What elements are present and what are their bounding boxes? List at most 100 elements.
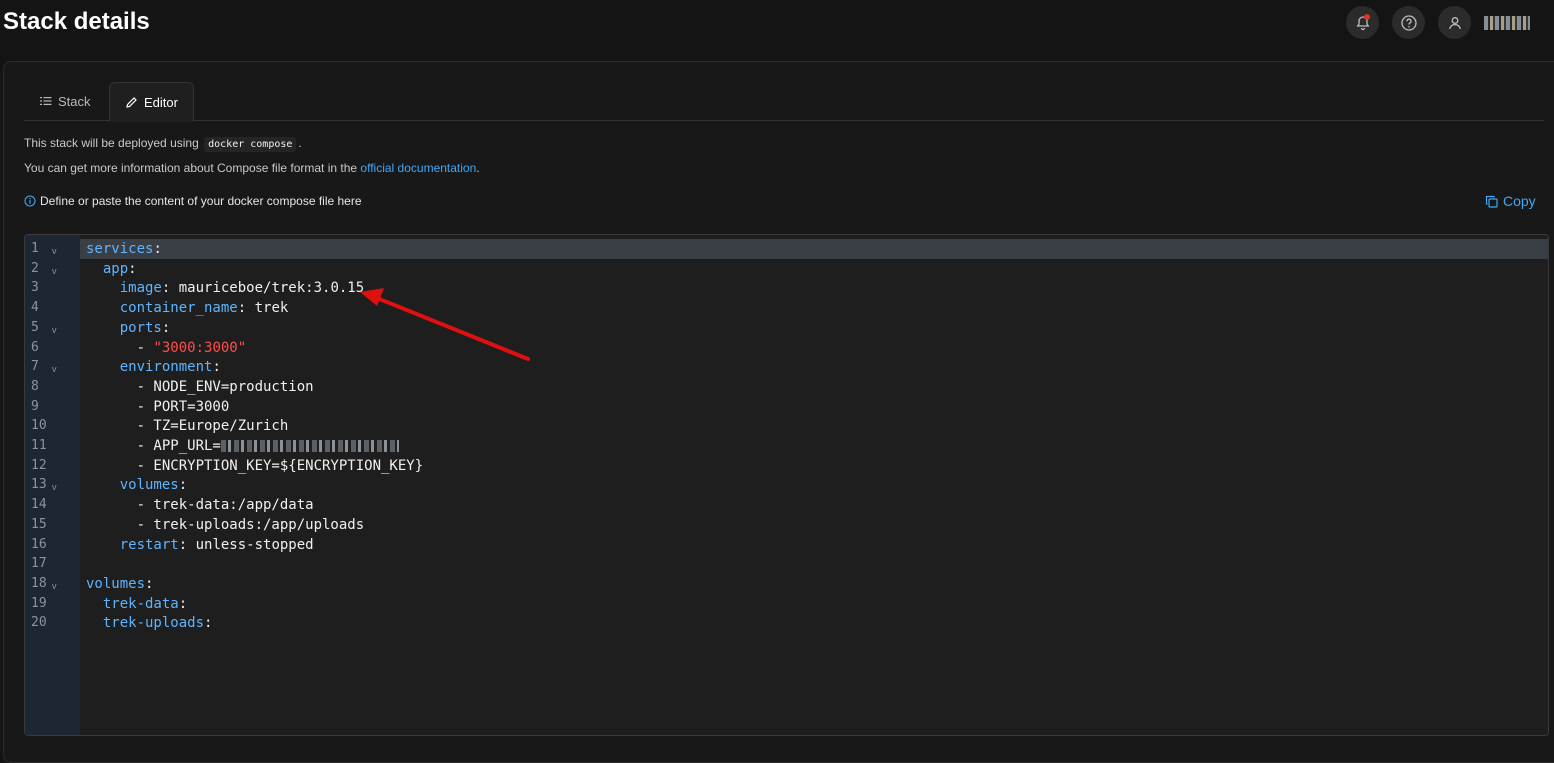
code-line: restart: unless-stopped (86, 535, 314, 555)
line-number: 17 (31, 556, 47, 572)
code-line: image: mauriceboe/trek:3.0.15 (86, 278, 364, 298)
line-number: 2 (31, 260, 39, 276)
line-number: 3 (31, 280, 39, 296)
code-line: services: (86, 239, 162, 259)
yaml-key: trek-uploads (102, 615, 205, 632)
yaml-text: : (212, 359, 221, 376)
line-number: 10 (31, 418, 47, 434)
copy-button[interactable]: Copy (1485, 193, 1536, 209)
line-number: 5 (31, 319, 39, 335)
page-title: Stack details (3, 8, 150, 35)
top-actions (1346, 6, 1530, 39)
official-documentation-link[interactable]: official documentation (360, 161, 476, 175)
user-menu-button[interactable] (1438, 6, 1471, 39)
line-number-gutter: 1 v 2 v 3 4 5 v 6 7 v 8 9 10 11 12 13 v 14 15 16 17 18 v 19 20 (25, 235, 80, 735)
yaml-key: app (102, 260, 129, 277)
yaml-text: - trek-uploads:/app/uploads (86, 516, 365, 533)
yaml-text: - NODE_ENV=production (86, 378, 314, 395)
fold-chevron-icon[interactable]: v (52, 320, 57, 340)
fold-chevron-icon[interactable]: v (52, 261, 57, 281)
yaml-text (86, 477, 120, 493)
yaml-text: - trek-data:/app/data (86, 497, 314, 514)
user-icon (1448, 16, 1461, 29)
code-line: ports: (86, 318, 171, 338)
yaml-key: environment (119, 359, 213, 376)
docs-info: You can get more information about Compo… (24, 161, 480, 175)
yaml-text: : (161, 319, 171, 336)
code-line: volumes: (86, 475, 187, 495)
code-line: - trek-data:/app/data (86, 495, 314, 515)
yaml-text (86, 359, 120, 375)
code-line: - PORT=3000 (86, 397, 230, 417)
yaml-text: - PORT=3000 (86, 398, 230, 415)
line-number: 7 (31, 359, 39, 375)
tab-editor-label: Editor (144, 94, 178, 110)
user-name-redacted[interactable] (1484, 15, 1530, 30)
yaml-text (86, 537, 120, 553)
docs-info-period: . (476, 161, 480, 175)
line-number: 9 (31, 398, 39, 414)
code-line: - APP_URL= (86, 436, 399, 456)
yaml-text (86, 615, 103, 631)
deploy-info: This stack will be deployed using docker… (24, 136, 302, 152)
pencil-icon (126, 96, 137, 108)
copy-button-label: Copy (1503, 193, 1536, 209)
code-line: - ENCRYPTION_KEY=${ENCRYPTION_KEY} (86, 456, 424, 476)
tab-editor[interactable]: Editor (109, 82, 194, 122)
yaml-text: : (153, 241, 162, 257)
fold-chevron-icon[interactable]: v (52, 359, 57, 379)
yaml-key: restart (119, 536, 179, 553)
line-number: 16 (31, 536, 47, 552)
code-line: environment: (86, 357, 221, 377)
line-number: 13 (31, 477, 47, 493)
line-number: 19 (31, 595, 47, 611)
yaml-key: ports (119, 319, 162, 336)
yaml-text (86, 280, 120, 296)
line-number: 15 (31, 516, 47, 532)
list-icon (40, 97, 52, 105)
code-line: volumes: (86, 574, 153, 594)
docs-info-text: You can get more information about Compo… (24, 161, 358, 175)
fold-chevron-icon[interactable]: v (52, 477, 57, 497)
yaml-key: services (86, 241, 154, 257)
code-line: - trek-uploads:/app/uploads (86, 515, 365, 535)
yaml-text: : (178, 595, 188, 612)
line-number: 8 (31, 378, 39, 394)
tab-stack[interactable]: Stack (40, 82, 91, 120)
yaml-key: container_name (119, 300, 238, 317)
deploy-info-period: . (298, 136, 302, 150)
tab-bar: Stack Editor (24, 82, 1544, 122)
code-area[interactable]: services: app: image: mauriceboe/trek:3.… (80, 235, 1548, 735)
yaml-text: : (204, 615, 213, 632)
yaml-text (86, 596, 103, 612)
redacted-url (220, 440, 399, 452)
fold-chevron-icon[interactable]: v (52, 576, 57, 596)
yaml-key: image (119, 280, 162, 297)
yaml-text: - ENCRYPTION_KEY=${ENCRYPTION_KEY} (86, 457, 424, 474)
code-editor[interactable]: 1 v 2 v 3 4 5 v 6 7 v 8 9 10 11 12 13 v 14 15 16 17 18 v 19 20 se… (24, 234, 1549, 736)
yaml-key: volumes (119, 477, 179, 494)
yaml-text (86, 300, 120, 316)
yaml-text: - TZ=Europe/Zurich (86, 418, 289, 435)
docker-compose-code: docker compose (204, 137, 297, 152)
code-line: - "3000:3000" (86, 338, 247, 358)
notifications-button[interactable] (1346, 6, 1379, 39)
line-number: 6 (31, 339, 39, 355)
yaml-text: : trek (237, 300, 289, 317)
code-line: container_name: trek (86, 298, 289, 318)
yaml-key: volumes (86, 575, 146, 592)
yaml-text: : unless-stopped (178, 536, 314, 553)
yaml-text (86, 320, 120, 336)
help-button[interactable] (1392, 6, 1425, 39)
fold-chevron-icon[interactable]: v (52, 241, 57, 261)
yaml-text: : (145, 575, 154, 592)
deploy-info-text: This stack will be deployed using (24, 136, 199, 150)
yaml-text: : (128, 260, 137, 277)
code-line: trek-uploads: (86, 613, 213, 633)
line-number: 1 (31, 241, 39, 256)
line-number: 20 (31, 615, 47, 631)
yaml-text: - (86, 339, 154, 356)
yaml-text: : mauriceboe/trek:3.0.15 (161, 280, 365, 297)
code-line: - TZ=Europe/Zurich (86, 416, 289, 436)
yaml-string: "3000:3000" (153, 339, 247, 356)
